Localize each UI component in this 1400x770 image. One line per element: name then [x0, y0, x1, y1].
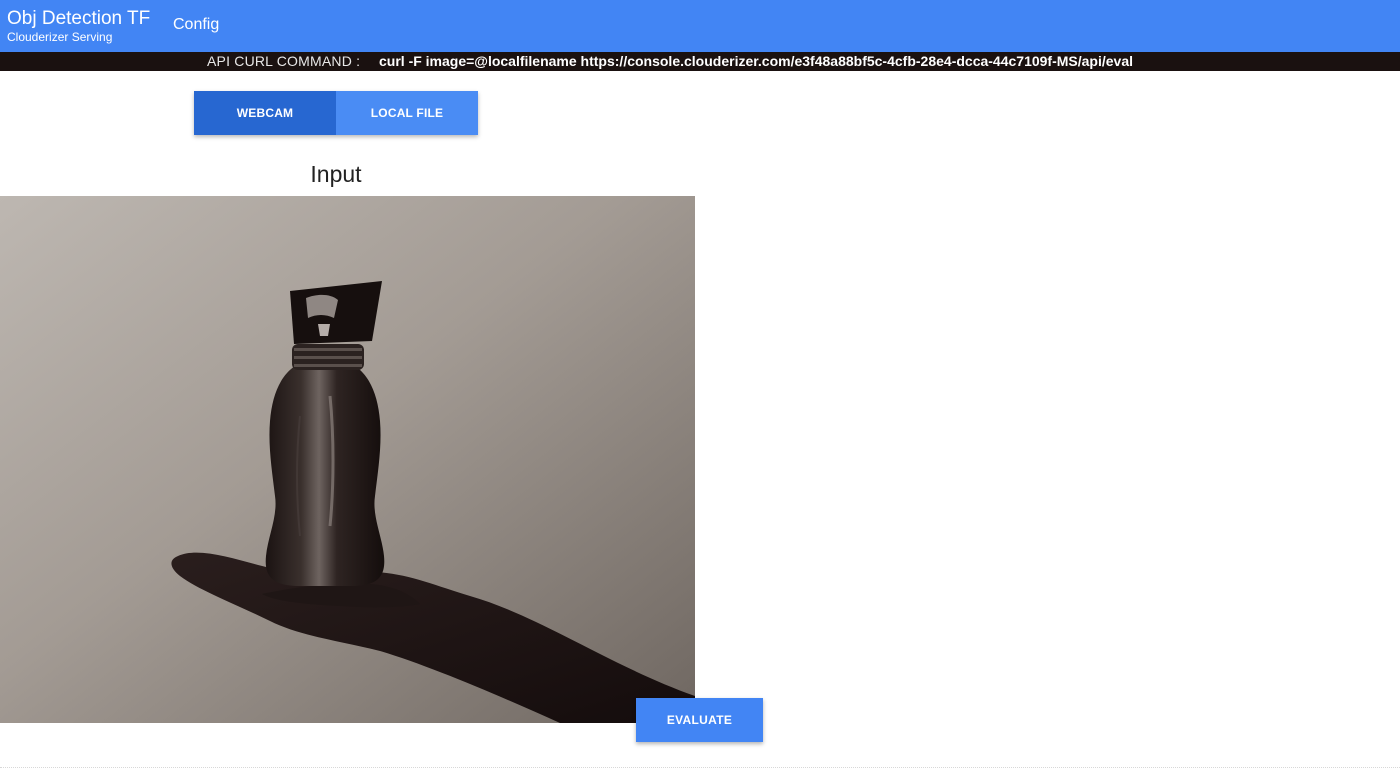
app-subtitle: Clouderizer Serving [7, 30, 113, 44]
app-bar: Obj Detection TF Clouderizer Serving Con… [0, 0, 1400, 52]
input-section-title: Input [310, 161, 362, 187]
input-image-preview [0, 196, 695, 723]
input-source-tabs: WEBCAM LOCAL FILE [194, 91, 478, 135]
footer-divider [0, 767, 1400, 768]
nav-config-link[interactable]: Config [173, 15, 219, 35]
tab-webcam[interactable]: WEBCAM [194, 91, 336, 135]
tab-local-file[interactable]: LOCAL FILE [336, 91, 478, 135]
app-title: Obj Detection TF [7, 8, 151, 29]
evaluate-button[interactable]: EVALUATE [636, 698, 763, 742]
curl-command-label: API CURL COMMAND : [207, 53, 361, 69]
curl-command-bar: API CURL COMMAND : curl -F image=@localf… [0, 52, 1400, 71]
bottle-on-hand-photo [0, 196, 695, 723]
curl-command-text: curl -F image=@localfilename https://con… [379, 53, 1134, 69]
brand[interactable]: Obj Detection TF Clouderizer Serving [7, 8, 151, 45]
